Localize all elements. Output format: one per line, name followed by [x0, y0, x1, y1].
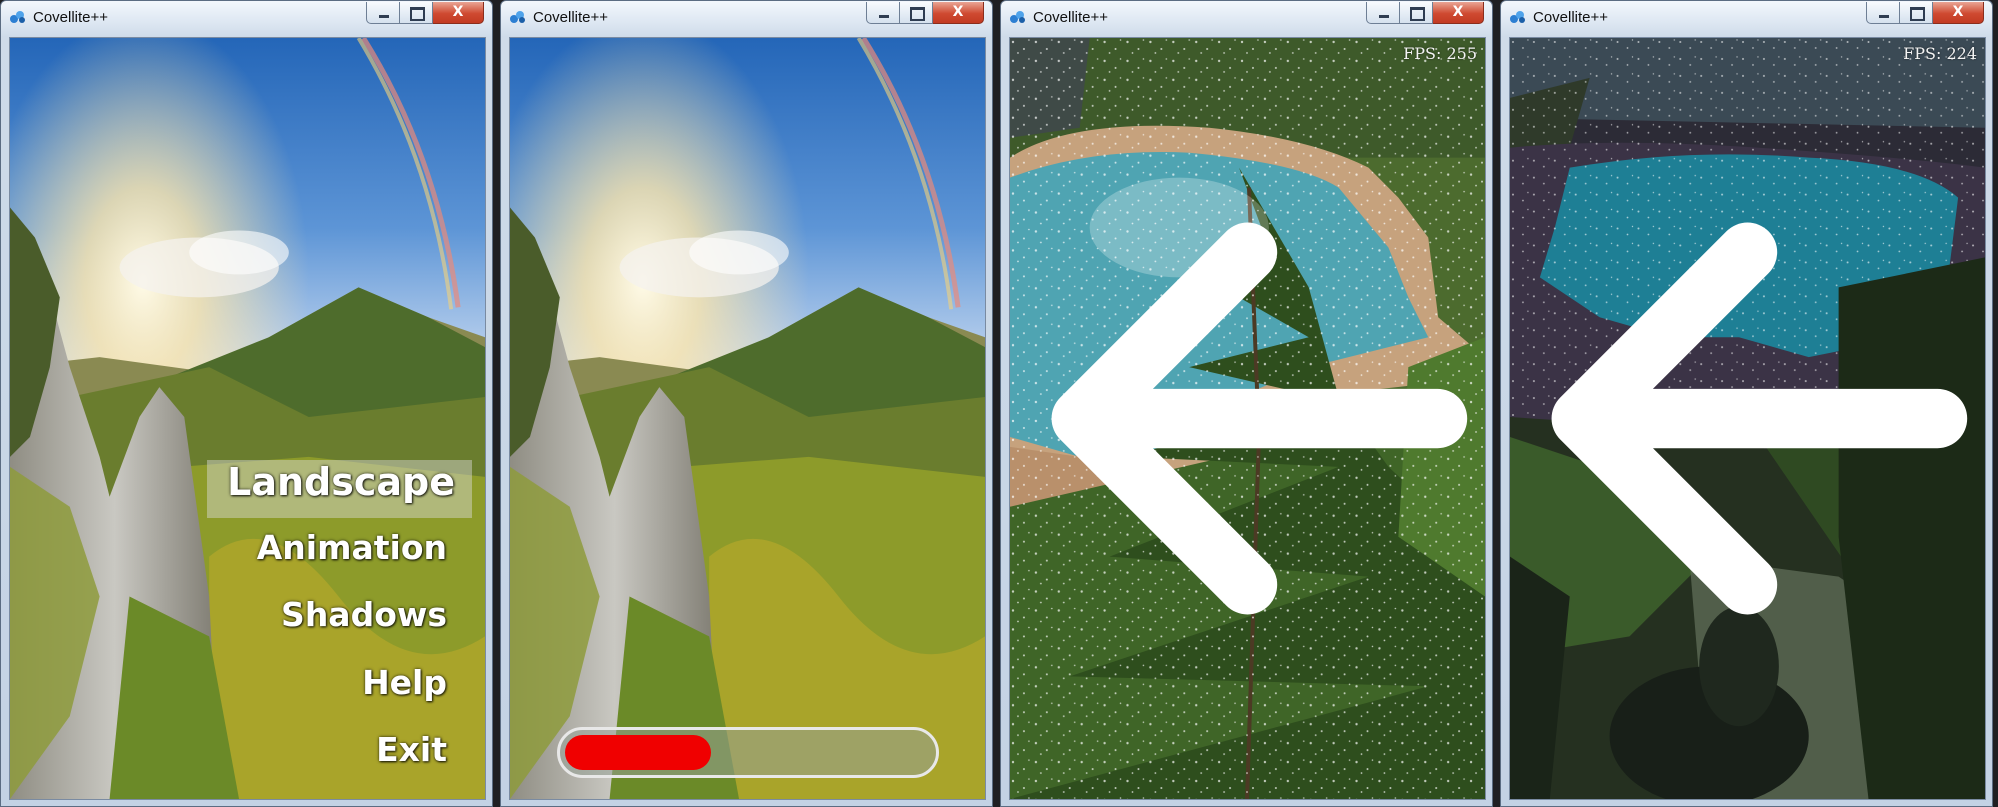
minimize-icon — [879, 15, 889, 18]
maximize-button[interactable] — [1900, 2, 1933, 24]
close-icon: X — [452, 4, 464, 20]
minimize-icon — [379, 15, 389, 18]
maximize-icon — [410, 7, 425, 21]
window-landscape: Covellite++ X FPS: 255 — [1000, 0, 1493, 807]
landscape-view: FPS: 255 — [1009, 37, 1486, 800]
minimize-icon — [1879, 15, 1889, 18]
close-button[interactable]: X — [1933, 2, 1984, 24]
minimize-button[interactable] — [1366, 2, 1400, 24]
close-button[interactable]: X — [433, 2, 484, 24]
minimize-button[interactable] — [866, 2, 900, 24]
minimize-button[interactable] — [366, 2, 400, 24]
fps-counter: FPS: 255 — [1403, 44, 1477, 63]
loading-screen — [509, 37, 986, 800]
title-bar[interactable]: Covellite++ X — [1, 1, 492, 37]
title-bar[interactable]: Covellite++ X — [1501, 1, 1992, 37]
fps-counter: FPS: 224 — [1903, 44, 1977, 63]
loading-progress-bar — [557, 727, 939, 778]
app-logo-icon — [1510, 11, 1525, 23]
maximize-icon — [1910, 7, 1925, 21]
maximize-icon — [1410, 7, 1425, 21]
maximize-icon — [910, 7, 925, 21]
window-loading: Covellite++ X — [500, 0, 993, 807]
app-logo-icon — [1010, 11, 1025, 23]
title-bar[interactable]: Covellite++ X — [501, 1, 992, 37]
app-logo-icon — [510, 11, 525, 23]
menu-item-shadows[interactable]: Shadows — [281, 595, 447, 634]
window-title: Covellite++ — [33, 9, 109, 26]
window-title: Covellite++ — [533, 9, 609, 26]
progress-fill — [565, 735, 711, 770]
close-button[interactable]: X — [1433, 2, 1484, 24]
minimize-button[interactable] — [1866, 2, 1900, 24]
maximize-button[interactable] — [900, 2, 933, 24]
menu-screen: Landscape Animation Shadows Help Exit — [9, 37, 486, 800]
back-arrow-icon[interactable] — [1010, 38, 1485, 799]
shadows-view: FPS: 224 — [1509, 37, 1986, 800]
loading-background-image — [510, 38, 985, 799]
title-bar[interactable]: Covellite++ X — [1001, 1, 1492, 37]
close-icon: X — [952, 4, 964, 20]
menu-item-animation[interactable]: Animation — [257, 528, 447, 567]
app-logo-icon — [10, 11, 25, 23]
window-menu: Covellite++ X Landscape Animation Shadow… — [0, 0, 493, 807]
close-button[interactable]: X — [933, 2, 984, 24]
minimize-icon — [1379, 15, 1389, 18]
menu-item-landscape[interactable]: Landscape — [227, 460, 455, 504]
maximize-button[interactable] — [1400, 2, 1433, 24]
close-icon: X — [1452, 4, 1464, 20]
window-shadows: Covellite++ X FPS: 224 — [1500, 0, 1993, 807]
window-title: Covellite++ — [1533, 9, 1609, 26]
menu-item-help[interactable]: Help — [362, 663, 447, 702]
menu-item-exit[interactable]: Exit — [376, 730, 447, 769]
back-arrow-icon[interactable] — [1510, 38, 1985, 799]
close-icon: X — [1952, 4, 1964, 20]
maximize-button[interactable] — [400, 2, 433, 24]
window-title: Covellite++ — [1033, 9, 1109, 26]
